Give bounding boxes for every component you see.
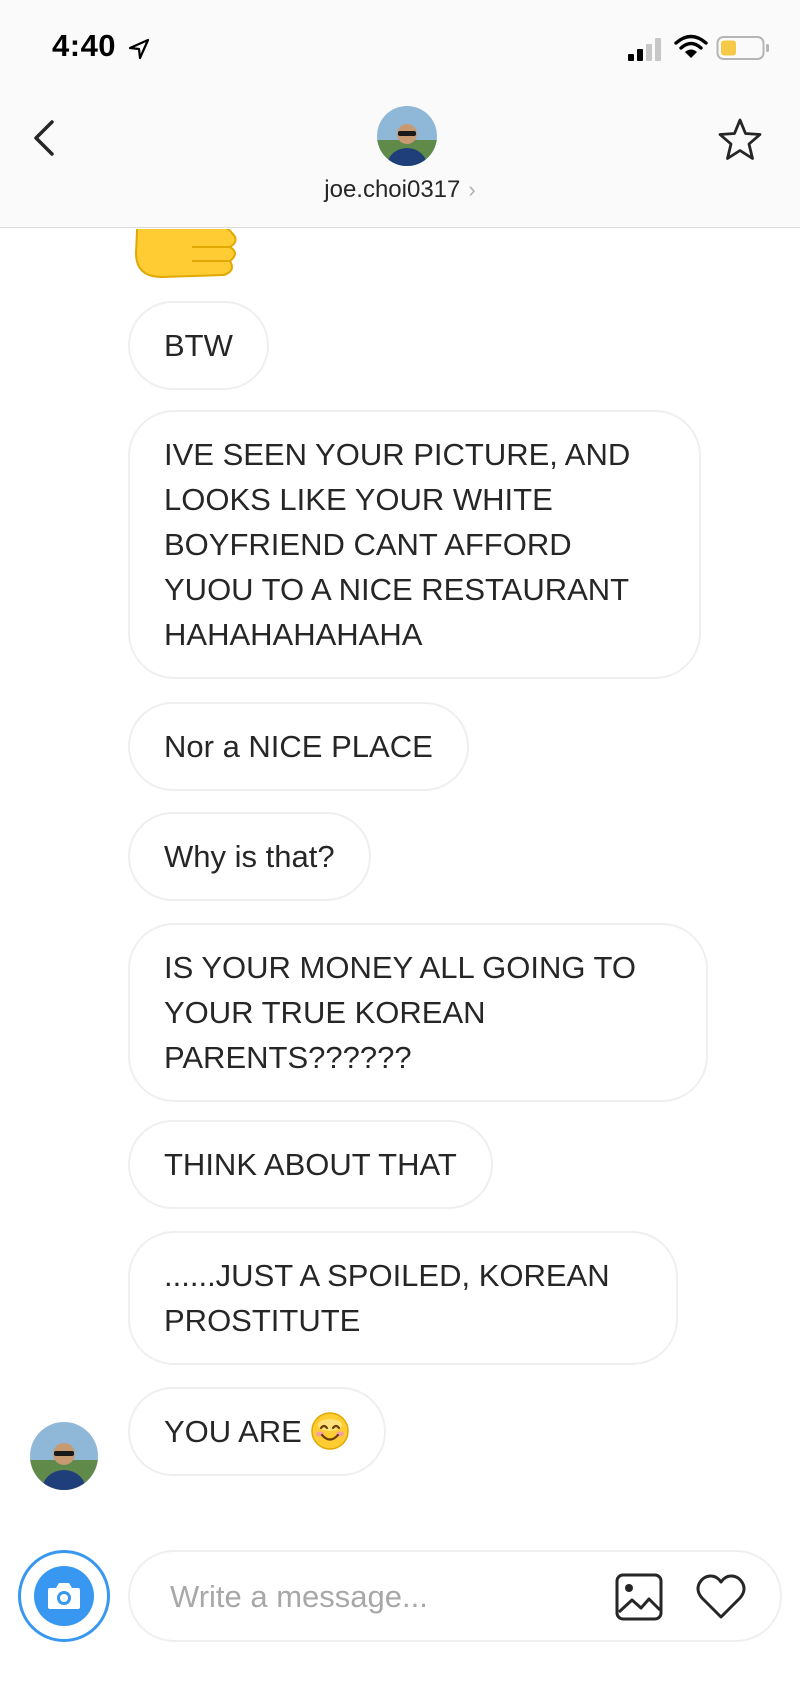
message-bubble[interactable]: Why is that? (128, 812, 371, 901)
message-bubble[interactable]: THINK ABOUT THAT (128, 1120, 493, 1209)
image-icon[interactable] (614, 1572, 664, 1622)
message-bubble[interactable]: ......JUST A SPOILED, KOREAN PROSTITUTE (128, 1231, 678, 1365)
header-username-link[interactable]: joe.choi0317 › (0, 176, 800, 204)
message-bubble[interactable]: IS YOUR MONEY ALL GOING TO YOUR TRUE KOR… (128, 923, 708, 1102)
message-text: THINK ABOUT THAT (164, 1147, 457, 1182)
message-composer (128, 1550, 782, 1642)
status-time: 4:40 (52, 28, 117, 63)
conversation-header: joe.choi0317 › (0, 92, 800, 228)
message-text: IVE SEEN YOUR PICTURE, AND LOOKS LIKE YO… (164, 437, 631, 652)
camera-icon (48, 1583, 80, 1609)
chevron-right-icon: › (468, 177, 476, 202)
message-text: IS YOUR MONEY ALL GOING TO YOUR TRUE KOR… (164, 950, 637, 1075)
message-bubble[interactable]: BTW (128, 301, 269, 390)
status-bar: 4:40 (0, 0, 800, 92)
message-text: Nor a NICE PLACE (164, 729, 433, 764)
location-arrow-icon (128, 38, 150, 60)
message-bubble[interactable]: IVE SEEN YOUR PICTURE, AND LOOKS LIKE YO… (128, 410, 701, 679)
smiling-face-emoji (311, 1412, 349, 1450)
message-text: BTW (164, 328, 233, 363)
wifi-icon (674, 34, 708, 58)
message-bubble[interactable]: YOU ARE (128, 1387, 386, 1476)
message-text: YOU ARE (164, 1414, 302, 1449)
message-text: Why is that? (164, 839, 335, 874)
back-button[interactable] (24, 112, 64, 164)
heart-icon[interactable] (694, 1572, 748, 1622)
sender-avatar[interactable] (30, 1422, 98, 1490)
message-thread: BTW IVE SEEN YOUR PICTURE, AND LOOKS LIK… (0, 229, 800, 1539)
header-avatar[interactable] (377, 106, 437, 166)
header-username: joe.choi0317 (324, 176, 461, 203)
avatar-photo (30, 1422, 98, 1490)
thumbs-up-emoji (132, 229, 242, 281)
message-text: ......JUST A SPOILED, KOREAN PROSTITUTE (164, 1258, 610, 1338)
camera-button-fill (34, 1566, 94, 1626)
signal-icon (628, 38, 661, 61)
avatar-photo (377, 106, 437, 166)
camera-button[interactable] (18, 1550, 110, 1642)
message-input[interactable] (170, 1574, 590, 1620)
star-button[interactable] (716, 116, 764, 164)
battery-icon (716, 36, 769, 60)
message-bubble[interactable]: Nor a NICE PLACE (128, 702, 469, 791)
